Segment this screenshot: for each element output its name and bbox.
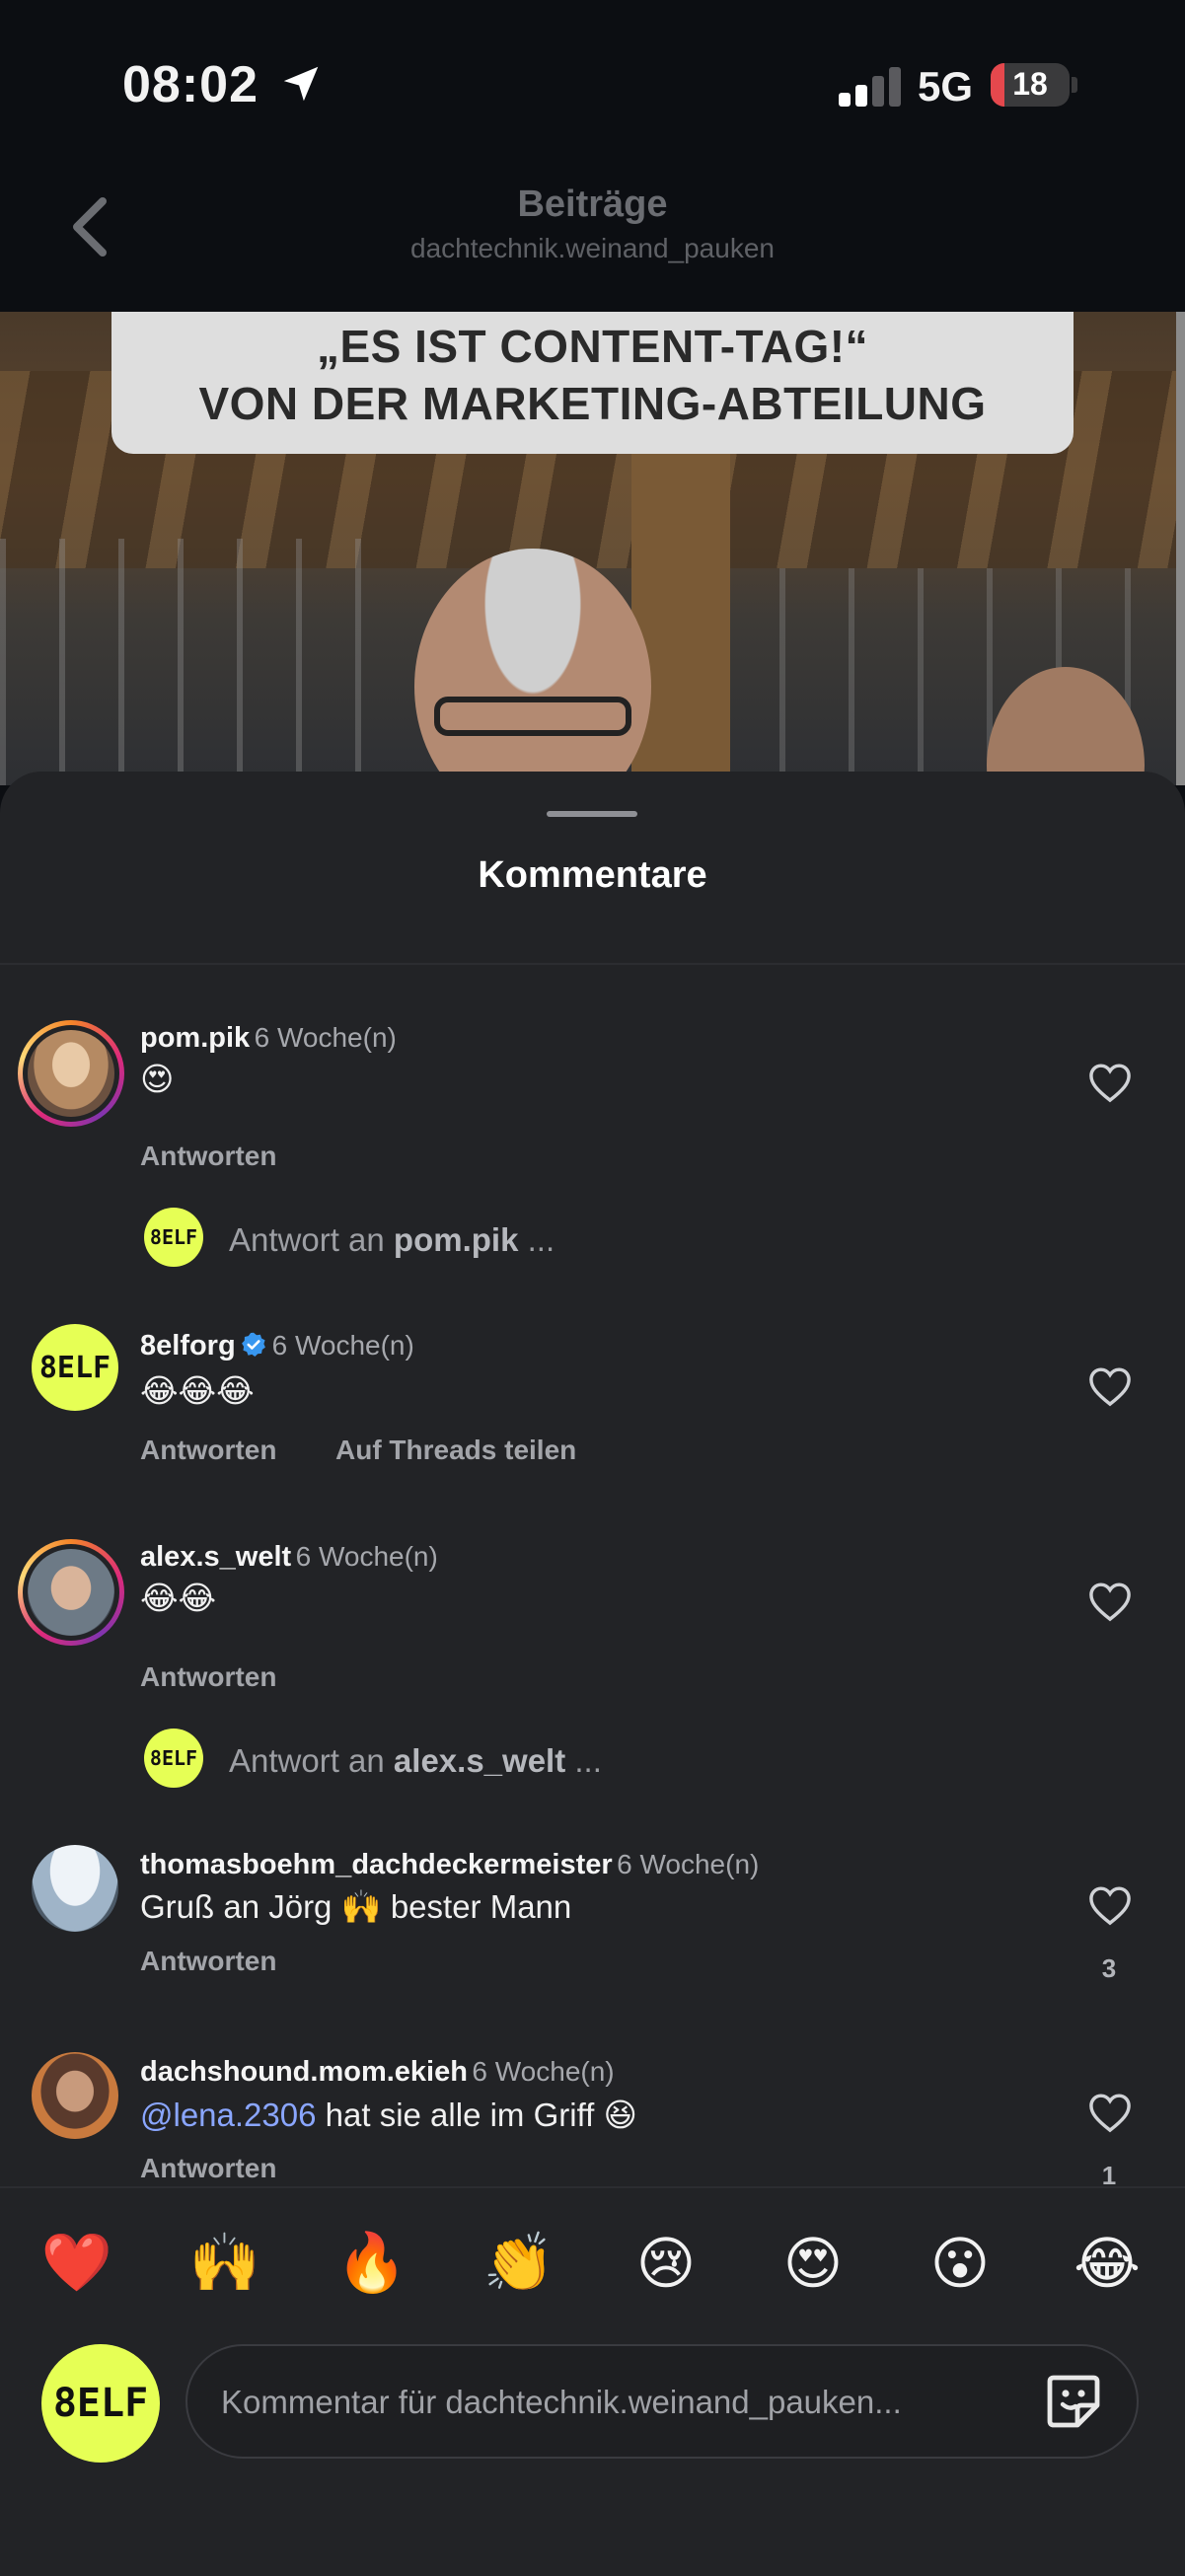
video-caption: „ES IST CONTENT-TAG!“ VON DER MARKETING-… [111,318,1074,432]
comment-text: @lena.2306 hat sie alle im Griff 😆 [140,2097,637,2133]
comment-username[interactable]: thomasboehm_dachdeckermeister [140,1849,613,1880]
verified-badge-icon [242,1332,266,1358]
comment-header: alex.s_welt 6 Woche(n) [140,1541,438,1574]
emoji-raised-hands-button[interactable]: 🙌 [185,2230,264,2297]
sheet-title: Kommentare [478,854,707,896]
reply-button[interactable]: Antworten [140,1141,276,1172]
emoji-surprised-button[interactable]: 😮 [921,2230,1000,2297]
signal-strength-icon [839,65,902,107]
reply-button[interactable]: Antworten [140,1661,276,1693]
video-preview[interactable]: „ES IST CONTENT-TAG!“ VON DER MARKETING-… [0,312,1185,785]
heart-icon[interactable] [1087,1884,1133,1926]
comment-time: 6 Woche(n) [295,1541,438,1572]
reply-avatar: 8ELF [144,1208,203,1267]
comment-header: 8elforg 6 Woche(n) [140,1330,414,1362]
reply-avatar: 8ELF [144,1729,203,1788]
comment-input-placeholder: Kommentar für dachtechnik.weinand_pauken… [221,2384,902,2420]
like-count: 3 [1101,1953,1117,1983]
reply-button[interactable]: Antworten [140,1946,276,1977]
avatar-story-ring[interactable] [18,1539,124,1646]
divider [0,963,1185,965]
comment-text: Gruß an Jörg 🙌 bester Mann [140,1888,572,1925]
battery-icon: 18 [991,63,1070,107]
comment-header: pom.pik 6 Woche(n) [140,1022,397,1055]
comment-text: 😍 [140,1061,175,1097]
heart-icon[interactable] [1087,2092,1133,2133]
avatar[interactable] [32,2052,118,2139]
comment-time: 6 Woche(n) [472,2056,615,2087]
comment-username[interactable]: dachshound.mom.ekieh [140,2056,468,2088]
person-image [414,549,651,785]
comment-text: 😂😂😂 [140,1372,255,1409]
emoji-heart-eyes-button[interactable]: 😍 [774,2230,852,2297]
status-time: 08:02 [122,56,259,113]
emoji-crying-button[interactable]: 😢 [627,2230,705,2297]
reply-prompt[interactable]: Antwort an alex.s_welt ... [229,1742,602,1780]
battery-level: 18 [1012,66,1048,102]
comment-time: 6 Woche(n) [254,1022,397,1053]
avatar [28,1030,114,1117]
avatar[interactable] [32,1845,118,1932]
comment-input[interactable]: Kommentar für dachtechnik.weinand_pauken… [185,2344,1139,2459]
page-subtitle: dachtechnik.weinand_pauken [410,233,775,263]
emoji-laughing-button[interactable]: 😂 [1068,2230,1147,2297]
emoji-heart-button[interactable]: ❤️ [37,2230,116,2297]
comment-text: 😂😂 [140,1580,217,1616]
reply-button[interactable]: Antworten [140,2153,276,2184]
comment-time: 6 Woche(n) [617,1849,760,1879]
emoji-clap-button[interactable]: 👏 [480,2230,558,2297]
location-arrow-icon [283,66,319,102]
heart-icon[interactable] [1087,1365,1133,1407]
avatar[interactable]: 8ELF [32,1324,118,1411]
emoji-fire-button[interactable]: 🔥 [333,2230,411,2297]
sheet-drag-handle[interactable] [547,811,637,817]
comment-time: 6 Woche(n) [271,1330,414,1361]
comment-header: thomasboehm_dachdeckermeister 6 Woche(n) [140,1849,759,1881]
heart-icon[interactable] [1087,1581,1133,1622]
my-avatar: 8ELF [41,2344,160,2463]
comment-username[interactable]: pom.pik [140,1022,250,1054]
avatar-story-ring[interactable] [18,1020,124,1127]
video-scrollbar [1176,312,1185,785]
comment-username[interactable]: 8elforg [140,1330,236,1362]
reply-button[interactable]: Antworten [140,1435,276,1466]
page-title: Beiträge [517,184,668,225]
mention-link[interactable]: @lena.2306 [140,2097,316,2133]
caption-line-2: VON DER MARKETING-ABTEILUNG [198,378,987,429]
network-type: 5G [918,63,974,110]
caption-line-1: „ES IST CONTENT-TAG!“ [316,321,869,372]
battery-tip [1072,77,1077,93]
share-threads-button[interactable]: Auf Threads teilen [335,1435,576,1466]
sticker-icon[interactable] [1042,2370,1105,2433]
avatar [28,1549,114,1636]
heart-icon[interactable] [1087,1062,1133,1103]
comment-username[interactable]: alex.s_welt [140,1541,291,1573]
reply-prompt[interactable]: Antwort an pom.pik ... [229,1221,555,1259]
comment-header: dachshound.mom.ekieh 6 Woche(n) [140,2056,615,2089]
